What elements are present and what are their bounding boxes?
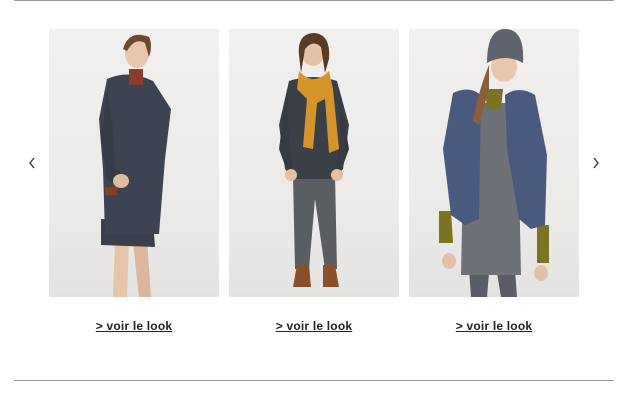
- chevron-right-icon: [593, 157, 599, 169]
- model-figure-1: [99, 34, 171, 297]
- carousel-next-button[interactable]: [586, 152, 606, 174]
- look-card-3: > voir le look: [409, 29, 579, 333]
- look-card-2: > voir le look: [229, 29, 399, 333]
- top-divider: [14, 0, 614, 1]
- model-figure-2: [279, 33, 349, 287]
- look-card-1: > voir le look: [49, 29, 219, 333]
- bottom-divider: [14, 380, 614, 381]
- carousel-prev-button[interactable]: [22, 152, 42, 174]
- look-photo-3[interactable]: [409, 29, 579, 297]
- voir-le-look-link-2[interactable]: > voir le look: [229, 319, 399, 333]
- look-photo-1[interactable]: [49, 29, 219, 297]
- voir-le-look-link-1[interactable]: > voir le look: [49, 319, 219, 333]
- voir-le-look-link-3[interactable]: > voir le look: [409, 319, 579, 333]
- chevron-left-icon: [29, 157, 35, 169]
- look-photo-2[interactable]: [229, 29, 399, 297]
- model-figure-3: [439, 29, 549, 297]
